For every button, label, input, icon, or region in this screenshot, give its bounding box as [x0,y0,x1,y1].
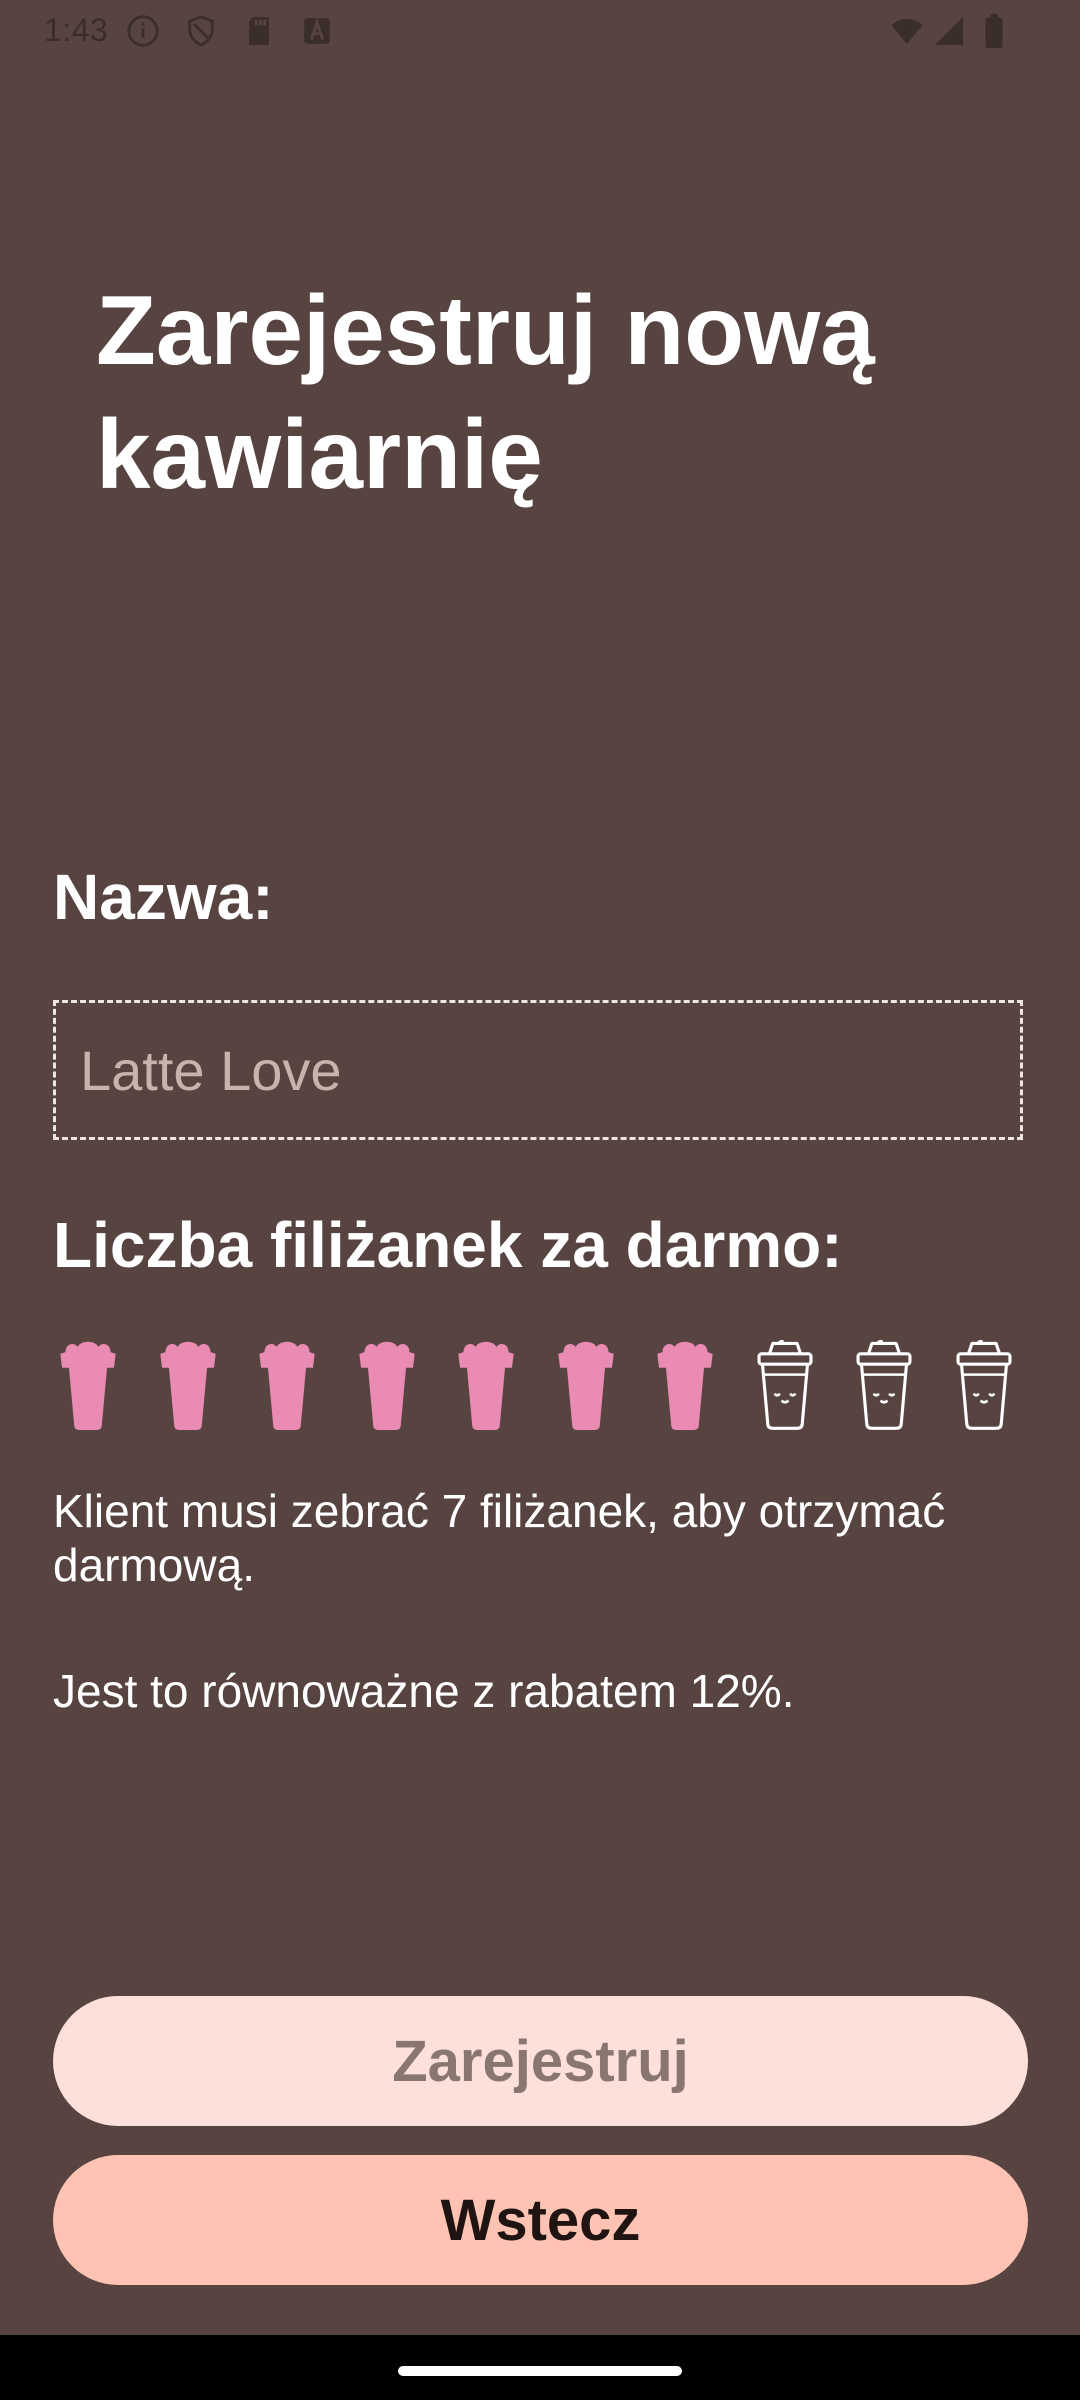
keyboard-a-icon [300,14,334,48]
status-bar: 1:43 [0,0,1080,62]
filled-cup-icon[interactable] [252,1340,322,1430]
name-input[interactable] [53,1000,1023,1140]
cups-info-text: Klient musi zebrać 7 filiżanek, aby otrz… [53,1485,946,1591]
filled-cup-icon[interactable] [53,1340,123,1430]
empty-cup-icon[interactable] [849,1338,919,1430]
filled-cup-icon[interactable] [352,1340,422,1430]
register-button[interactable]: Zarejestruj [53,1996,1028,2126]
empty-cup-icon[interactable] [949,1338,1019,1430]
cups-selector [53,1338,1033,1430]
page-title: Zarejestruj nową kawiarnię [96,275,875,509]
cups-label: Liczba filiżanek za darmo: [53,1209,843,1281]
discount-info-text: Jest to równoważne z rabatem 12%. [53,1665,795,1717]
filled-cup-icon[interactable] [153,1340,223,1430]
battery-icon [980,14,1008,48]
shield-icon [184,14,218,48]
home-indicator[interactable] [398,2366,682,2376]
signal-icon [932,14,966,48]
empty-cup-icon[interactable] [750,1338,820,1430]
status-time: 1:43 [44,12,109,48]
name-label: Nazwa: [53,861,274,933]
info-icon [126,14,160,48]
filled-cup-icon[interactable] [551,1340,621,1430]
filled-cup-icon[interactable] [451,1340,521,1430]
back-button[interactable]: Wstecz [53,2155,1028,2285]
filled-cup-icon[interactable] [650,1340,720,1430]
sd-card-icon [242,14,276,48]
screen: 1:43 Zarejestruj nową kawiarnię Nazwa: L… [0,0,1080,2335]
wifi-icon [888,14,926,48]
